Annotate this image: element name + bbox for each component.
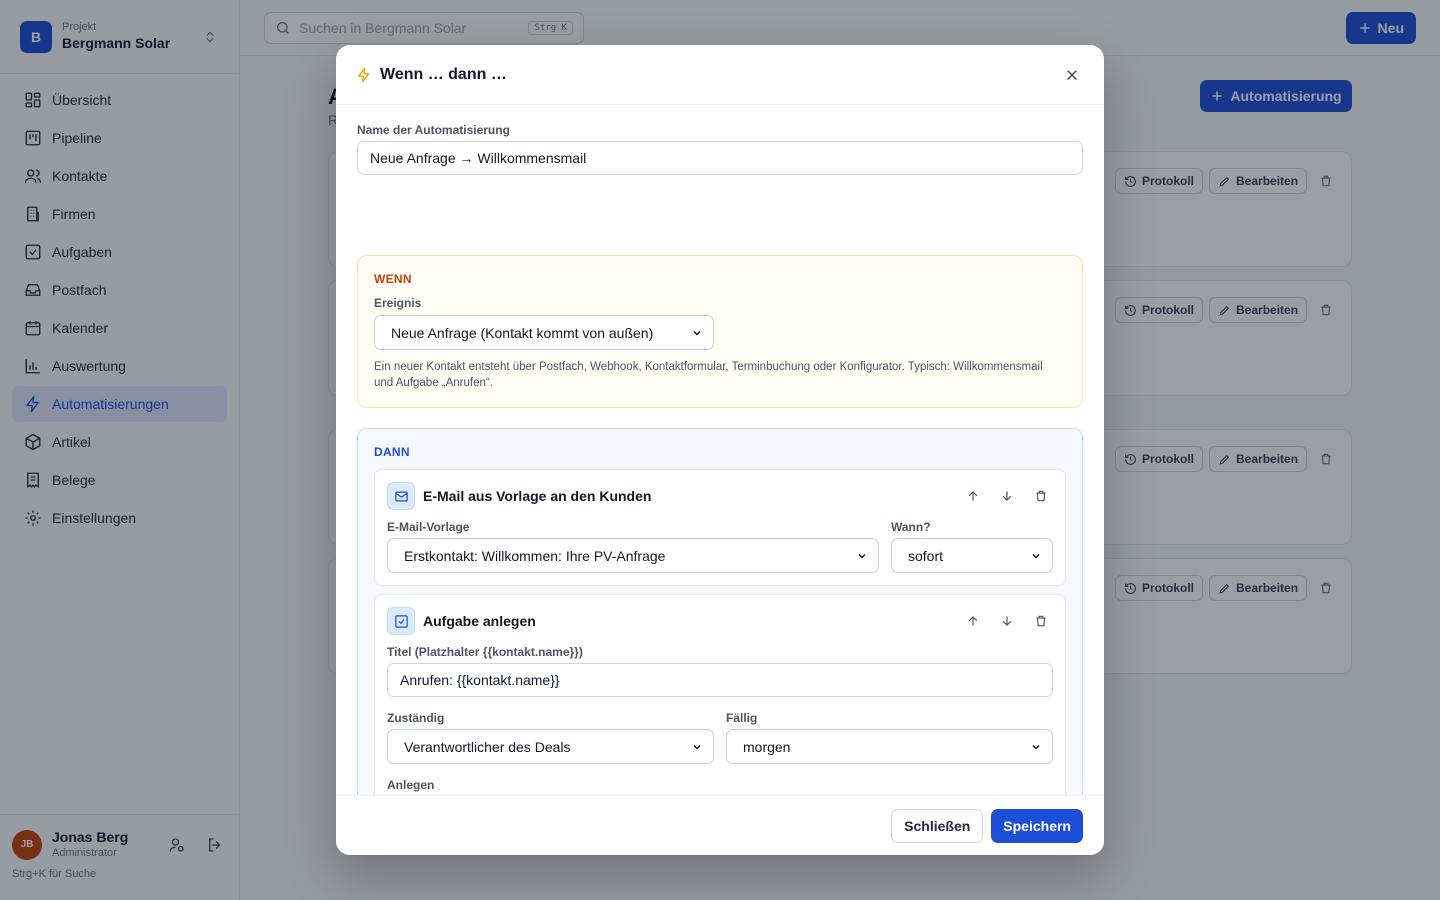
trash-icon[interactable] — [1031, 486, 1051, 506]
template-label: E-Mail-Vorlage — [387, 520, 470, 534]
lightning-icon — [358, 67, 370, 82]
trash-icon[interactable] — [1031, 611, 1051, 631]
due-select[interactable]: morgen — [726, 729, 1053, 764]
chevron-down-icon — [1032, 744, 1040, 750]
close-icon[interactable] — [1060, 63, 1084, 87]
close-button[interactable]: Schließen — [891, 808, 984, 843]
arrow-up-icon[interactable] — [963, 486, 983, 506]
dialog-body: Name der Automatisierung Neue Anfrage → … — [336, 105, 1104, 795]
automation-name-input[interactable]: Neue Anfrage → Willkommensmail — [357, 141, 1083, 175]
task-check-icon — [387, 607, 415, 635]
chevron-down-icon — [693, 330, 701, 336]
action-card-email: E-Mail aus Vorlage an den Kunden E-Mail-… — [374, 469, 1066, 586]
dialog-footer: Schließen Speichern — [336, 795, 1104, 855]
action-title: Aufgabe anlegen — [423, 613, 536, 629]
name-label: Name der Automatisierung — [357, 123, 510, 137]
mail-icon — [387, 482, 415, 510]
due-label: Fällig — [726, 711, 758, 725]
action-card-task: Aufgabe anlegen Titel (Platzhalter {{kon… — [374, 594, 1066, 795]
task-title-input[interactable]: Anrufen: {{kontakt.name}} — [387, 663, 1053, 697]
event-hint: Ein neuer Kontakt entsteht über Postfach… — [374, 361, 1043, 389]
chevron-down-icon — [858, 553, 866, 559]
event-select[interactable]: Neue Anfrage (Kontakt kommt von außen) — [374, 315, 714, 350]
dialog-header: Wenn … dann … — [336, 45, 1104, 105]
timing-select[interactable]: sofort — [891, 538, 1053, 573]
automation-dialog: Wenn … dann … Name der Automatisierung N… — [336, 45, 1104, 855]
chevron-down-icon — [1032, 553, 1040, 559]
dialog-title: Wenn … dann … — [380, 65, 507, 83]
template-select[interactable]: Erstkontakt: Willkommen: Ihre PV-Anfrage — [387, 538, 879, 573]
when-title: WENN — [374, 272, 412, 286]
then-title: DANN — [374, 445, 410, 459]
owner-select-value: Verantwortlicher des Deals — [404, 738, 571, 755]
arrow-up-icon[interactable] — [963, 611, 983, 631]
chevron-down-icon — [693, 744, 701, 750]
action-title: E-Mail aus Vorlage an den Kunden — [423, 488, 652, 504]
due-select-value: morgen — [743, 738, 791, 755]
owner-select[interactable]: Verantwortlicher des Deals — [387, 729, 714, 764]
event-label: Ereignis — [374, 296, 422, 310]
arrow-down-icon[interactable] — [997, 611, 1017, 631]
timing-select-value: sofort — [908, 547, 944, 564]
then-section: DANN E-Mail aus Vorlage an den Kunden E-… — [357, 428, 1083, 795]
template-select-value: Erstkontakt: Willkommen: Ihre PV-Anfrage — [404, 547, 666, 564]
event-select-value: Neue Anfrage (Kontakt kommt von außen) — [391, 324, 654, 341]
save-button[interactable]: Speichern — [991, 808, 1083, 843]
task-title-label: Titel (Platzhalter {{kontakt.name}}) — [387, 645, 583, 659]
when-section: WENN Ereignis Neue Anfrage (Kontakt komm… — [357, 255, 1083, 408]
arrow-down-icon[interactable] — [997, 486, 1017, 506]
timing-label: Wann? — [891, 520, 931, 534]
create-label: Anlegen — [387, 778, 435, 792]
owner-label: Zuständig — [387, 711, 445, 725]
